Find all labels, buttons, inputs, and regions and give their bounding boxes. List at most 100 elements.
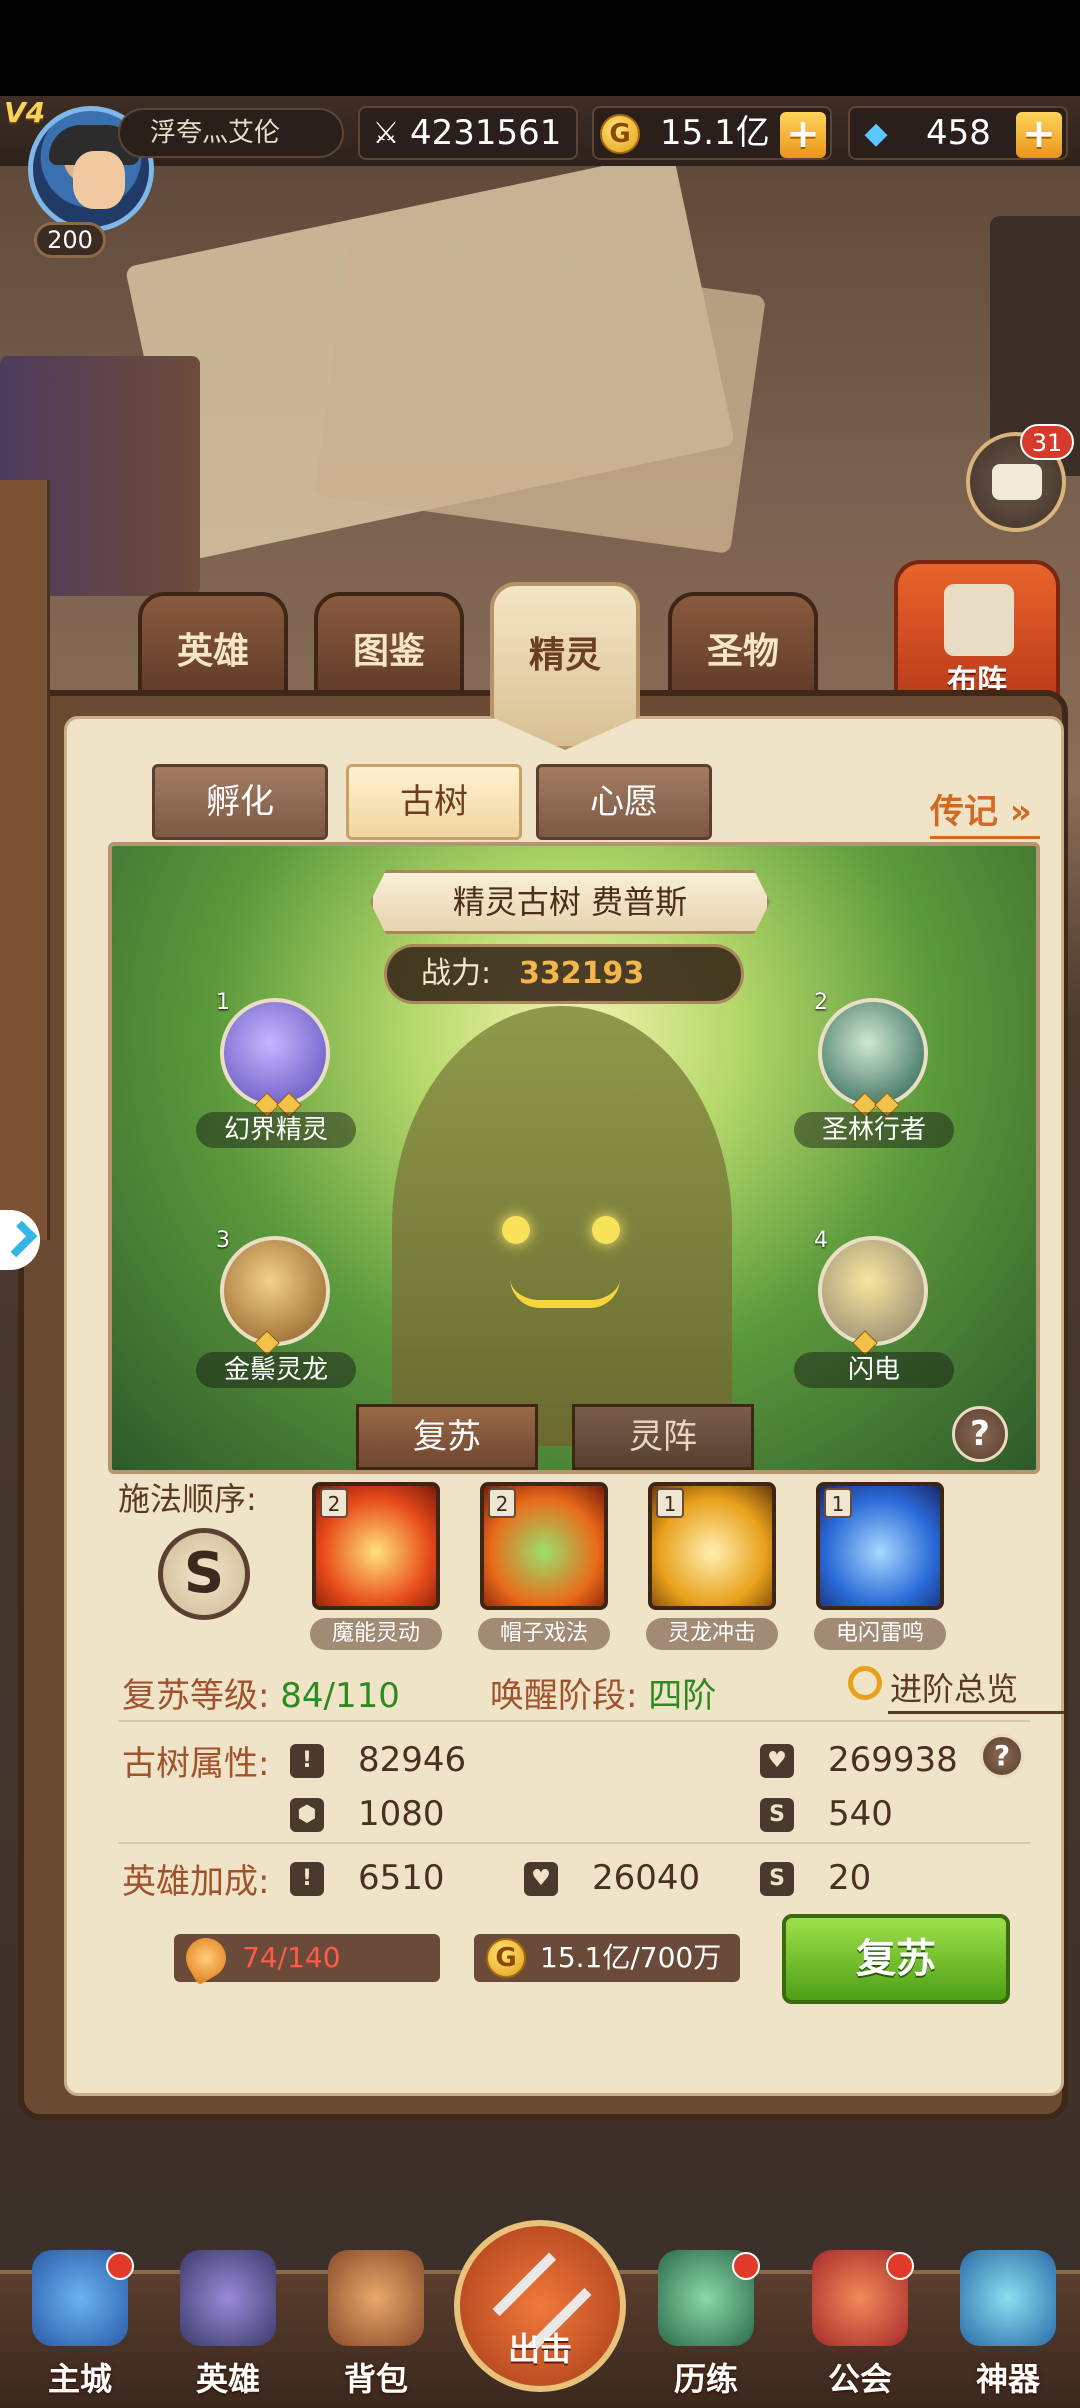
slot-number: 4 [814, 1228, 828, 1253]
spirit-name: 金鬃灵龙 [196, 1352, 356, 1388]
spirit-slot-1[interactable]: 1 [216, 990, 330, 1118]
skill-slot[interactable]: 2 [312, 1482, 440, 1610]
skill-count: 2 [320, 1488, 348, 1518]
health-icon: ♥ [760, 1744, 794, 1778]
chevron-right-icon [0, 1220, 38, 1258]
gold-display: G 15.1亿 + [592, 106, 832, 160]
backpack-icon [328, 2250, 424, 2346]
awaken-stage-label: 唤醒阶段: [490, 1676, 638, 1716]
skill-slot[interactable]: 2 [480, 1482, 608, 1610]
book-strap [0, 480, 50, 1240]
tree-health-value: 269938 [828, 1740, 958, 1780]
slot-number: 1 [216, 990, 230, 1015]
gem-value: 458 [926, 113, 991, 153]
notification-dot [886, 2252, 914, 2280]
bonus-health-value: 26040 [592, 1858, 701, 1898]
skill-name: 魔能灵动 [310, 1618, 442, 1650]
tab-revive[interactable]: 复苏 [356, 1404, 538, 1470]
tree-eye [502, 1216, 530, 1244]
nav-label: 神器 [975, 2360, 1040, 2398]
nav-main-city[interactable]: 主城 [20, 2250, 140, 2400]
link-underline [888, 1711, 1064, 1714]
tree-title: 精灵古树 费普斯 [370, 870, 770, 934]
spirit-slot-3[interactable]: 3 [216, 1228, 330, 1356]
nav-label: 历练 [673, 2360, 738, 2398]
player-name[interactable]: 浮夸灬艾伦 [118, 108, 344, 158]
spirit-slot-4[interactable]: 4 [814, 1228, 928, 1356]
nav-label: 公会 [827, 2360, 892, 2398]
chat-icon [992, 464, 1042, 500]
tree-mouth [510, 1278, 620, 1308]
nav-attack[interactable]: 出击 [454, 2220, 626, 2392]
tab-collection[interactable]: 图鉴 [314, 592, 464, 704]
tree-defense-value: 1080 [358, 1794, 445, 1834]
add-gems-button[interactable]: + [1016, 112, 1062, 158]
crossed-swords-icon: ⚔ [372, 116, 400, 151]
cast-order-label: 施法顺序: [118, 1480, 257, 1518]
cast-cycle-button[interactable]: S [158, 1528, 250, 1620]
tab-relics[interactable]: 圣物 [668, 592, 818, 704]
skill-slot[interactable]: 1 [816, 1482, 944, 1610]
nav-label: 主城 [47, 2360, 112, 2398]
diamond-icon: ◆ [864, 116, 888, 151]
advance-overview-link[interactable]: 进阶总览 [848, 1664, 1064, 1714]
nav-training[interactable]: 历练 [646, 2250, 766, 2400]
nav-label: 英雄 [195, 2360, 260, 2398]
add-gold-button[interactable]: + [780, 112, 826, 158]
revive-button[interactable]: 复苏 [782, 1914, 1010, 2004]
nav-artifact[interactable]: 神器 [948, 2250, 1068, 2400]
tree-attributes-label: 古树属性: [122, 1744, 270, 1784]
revive-material-cost: 74/140 [174, 1930, 440, 1986]
slot-number: 2 [814, 990, 828, 1015]
nav-guild[interactable]: 公会 [800, 2250, 920, 2400]
chat-unread-badge: 31 [1020, 424, 1074, 460]
skill-count: 1 [656, 1488, 684, 1518]
revive-gold-cost: G 15.1亿/700万 [474, 1934, 740, 1982]
revive-level-value: 84/110 [280, 1676, 400, 1716]
notification-dot [106, 2252, 134, 2280]
helmet-icon [180, 2250, 276, 2346]
avatar-face [73, 151, 125, 209]
player-level: 200 [34, 222, 106, 258]
help-icon[interactable]: ? [952, 1406, 1008, 1462]
nav-heroes[interactable]: 英雄 [168, 2250, 288, 2400]
skill-name: 帽子戏法 [478, 1618, 610, 1650]
notification-dot [732, 2252, 760, 2280]
skill-slot[interactable]: 1 [648, 1482, 776, 1610]
speed-icon: S [760, 1798, 794, 1832]
subtab-hatch[interactable]: 孵化 [152, 764, 328, 840]
tab-spirit-array[interactable]: 灵阵 [572, 1404, 754, 1470]
link-underline [930, 836, 1040, 839]
nav-label: 出击 [507, 2330, 572, 2368]
tree-attack-value: 82946 [358, 1740, 467, 1780]
orb-icon [960, 2250, 1056, 2346]
biography-link[interactable]: 传记 » [930, 784, 1040, 839]
tree-power: 战力: 332193 [384, 944, 744, 1004]
tab-spirits-active[interactable]: 精灵 [490, 582, 640, 750]
tab-heroes[interactable]: 英雄 [138, 592, 288, 704]
slot-number: 3 [216, 1228, 230, 1253]
skill-count: 1 [824, 1488, 852, 1518]
nav-label: 背包 [343, 2360, 408, 2398]
awaken-stage-value: 四阶 [648, 1676, 717, 1716]
chess-pieces-icon [944, 584, 1014, 656]
skill-count: 2 [488, 1488, 516, 1518]
revive-level-label: 复苏等级: [122, 1676, 270, 1716]
bonus-speed-value: 20 [828, 1858, 872, 1898]
formation-button[interactable]: 布阵 [894, 560, 1060, 710]
divider [118, 1720, 1030, 1722]
gold-value: 15.1亿 [660, 113, 770, 153]
spirit-slot-2[interactable]: 2 [814, 990, 928, 1118]
attributes-help-icon[interactable]: ? [980, 1734, 1024, 1778]
double-chevron-icon: » [998, 792, 1032, 832]
revive-level: 复苏等级: 84/110 [122, 1668, 400, 1717]
material-count: 74/140 [242, 1941, 341, 1974]
defense-icon: ⬢ [290, 1798, 324, 1832]
nav-bag[interactable]: 背包 [316, 2250, 436, 2400]
tree-eye [592, 1216, 620, 1244]
subtab-ancient-tree[interactable]: 古树 [346, 764, 522, 840]
speed-icon: S [760, 1862, 794, 1896]
subtab-wish[interactable]: 心愿 [536, 764, 712, 840]
mushroom-material-icon [178, 1930, 234, 1986]
attack-icon: ! [290, 1862, 324, 1896]
